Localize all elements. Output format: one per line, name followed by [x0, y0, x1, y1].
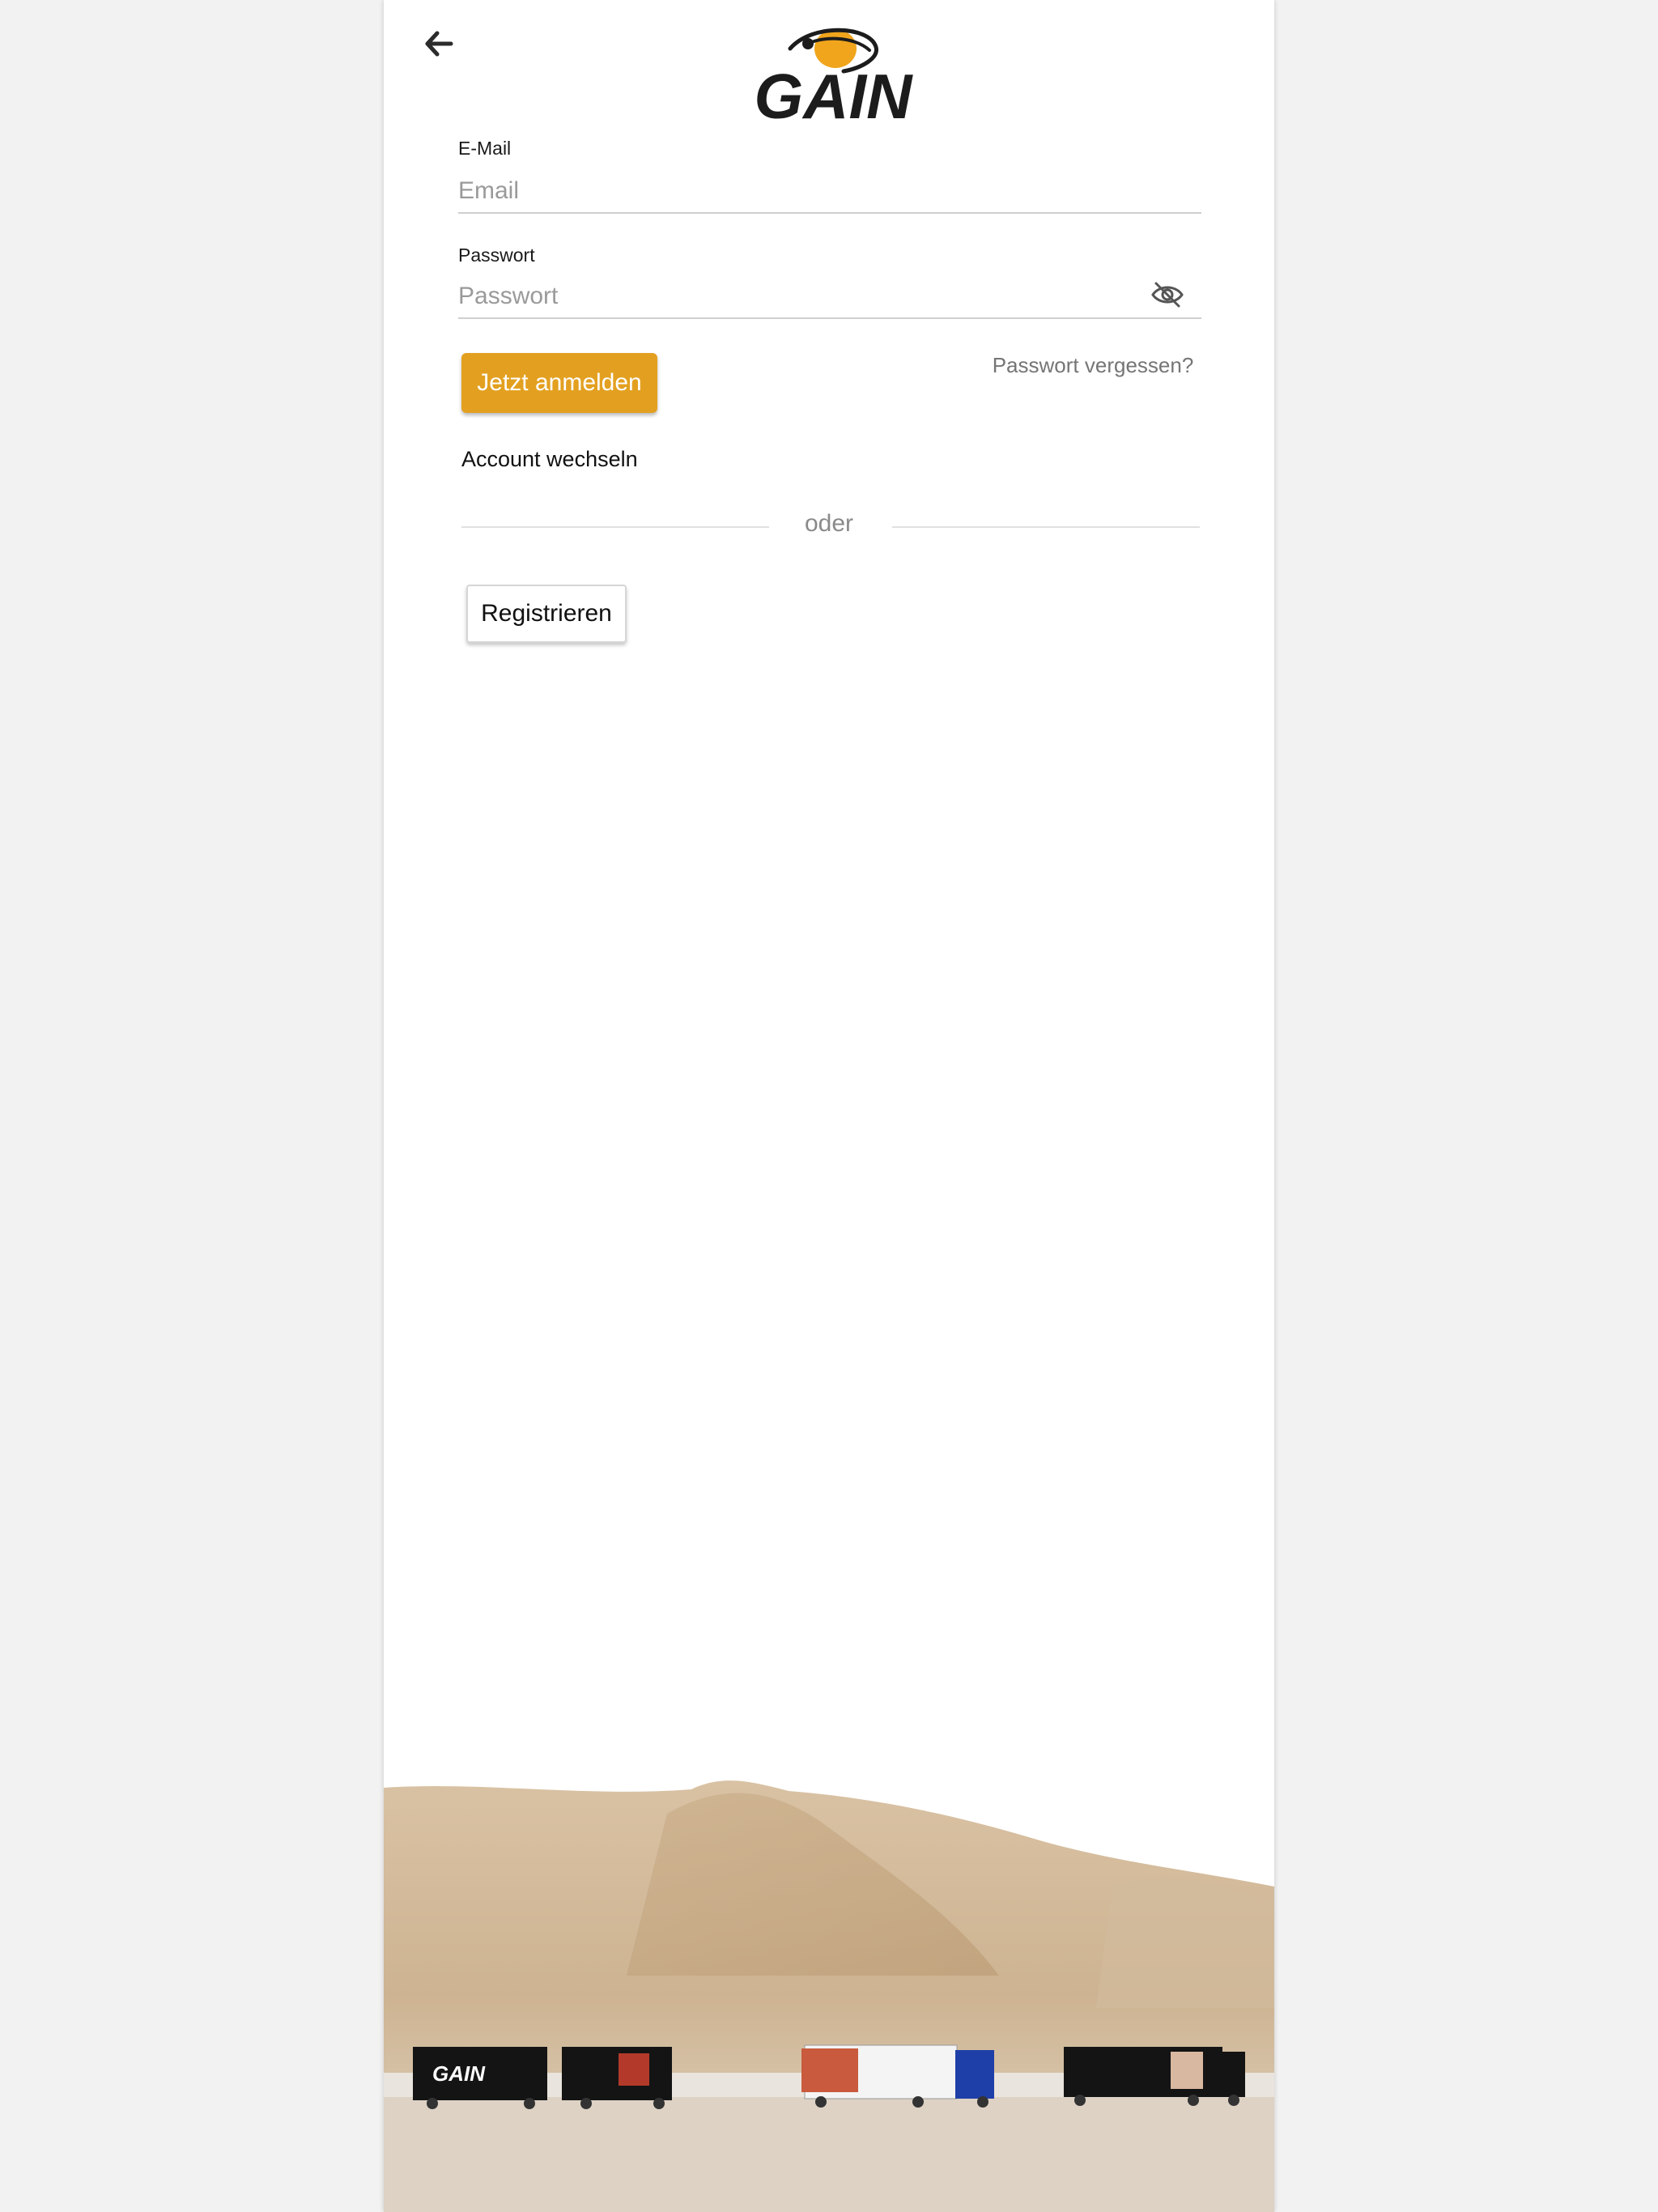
svg-text:GAIN: GAIN	[432, 2061, 486, 2086]
switch-account-link[interactable]: Account wechseln	[461, 447, 638, 472]
email-label: E-Mail	[458, 138, 512, 159]
arrow-left-icon	[425, 31, 453, 57]
forgot-password-link[interactable]: Passwort vergessen?	[980, 353, 1206, 378]
password-label: Passwort	[458, 245, 535, 266]
divider-right	[892, 526, 1200, 528]
eye-off-icon[interactable]	[1150, 277, 1185, 313]
email-field[interactable]	[458, 170, 1201, 214]
divider-left	[461, 526, 769, 528]
login-button[interactable]: Jetzt anmelden	[461, 353, 657, 413]
password-field[interactable]	[458, 275, 1201, 319]
truck-1: GAIN	[413, 2047, 672, 2109]
back-button[interactable]	[416, 23, 461, 65]
divider-text: oder	[804, 510, 854, 537]
gain-logo: GAIN	[755, 28, 914, 128]
desert-trucks-image: GAIN	[384, 1780, 1274, 2212]
register-button[interactable]: Registrieren	[466, 585, 627, 643]
truck-2	[801, 2044, 994, 2108]
svg-text:GAIN: GAIN	[755, 61, 914, 128]
login-card: GAIN E-Mail Passwort Jetzt anmelden Pass…	[384, 0, 1274, 2212]
